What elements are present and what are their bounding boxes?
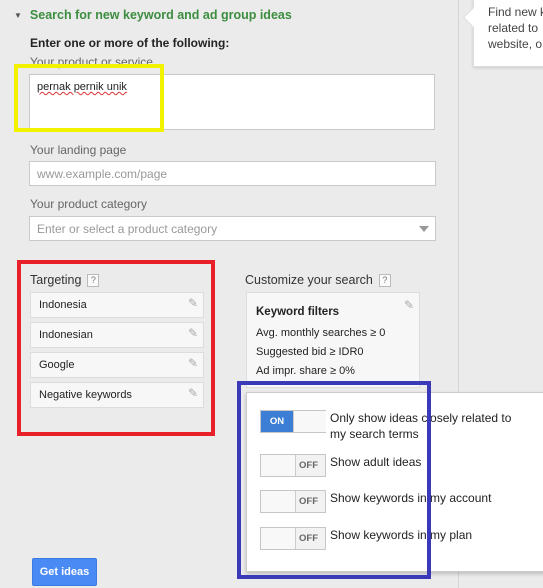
category-label: Your product category — [30, 197, 147, 211]
help-panel-notch — [462, 6, 485, 29]
yellow-highlight-box — [14, 64, 164, 132]
collapse-triangle-icon[interactable]: ▼ — [14, 11, 22, 20]
help-panel: Find new k related to website, o — [462, 0, 543, 67]
customize-title: Customize your search? — [245, 273, 391, 287]
category-select[interactable]: Enter or select a product category — [29, 216, 436, 241]
section-header[interactable]: ▼ Search for new keyword and ad group ide… — [14, 8, 292, 24]
filter-avg-monthly-searches: Avg. monthly searches ≥ 0 — [256, 327, 386, 339]
get-ideas-button[interactable]: Get ideas — [32, 558, 97, 586]
section-title: Search for new keyword and ad group idea… — [29, 8, 292, 22]
red-highlight-box — [17, 260, 215, 436]
keyword-filters-title: Keyword filters — [256, 306, 340, 318]
form-instruction: Enter one or more of the following: — [30, 36, 230, 50]
filter-suggested-bid: Suggested bid ≥ IDR0 — [256, 346, 364, 358]
filter-ad-impr-share: Ad impr. share ≥ 0% — [256, 365, 355, 377]
pencil-icon[interactable]: ✎ — [404, 296, 414, 315]
chevron-down-icon[interactable] — [419, 226, 429, 232]
landing-page-input[interactable]: www.example.com/page — [29, 161, 436, 186]
customize-title-text: Customize your search — [245, 273, 373, 287]
help-icon[interactable]: ? — [378, 274, 391, 287]
help-panel-text: Find new k related to website, o — [488, 5, 543, 51]
landing-label: Your landing page — [30, 143, 127, 157]
blue-highlight-box — [237, 381, 431, 579]
keyword-filters-card[interactable]: Keyword filters Avg. monthly searches ≥ … — [246, 292, 420, 388]
category-placeholder: Enter or select a product category — [37, 222, 218, 236]
